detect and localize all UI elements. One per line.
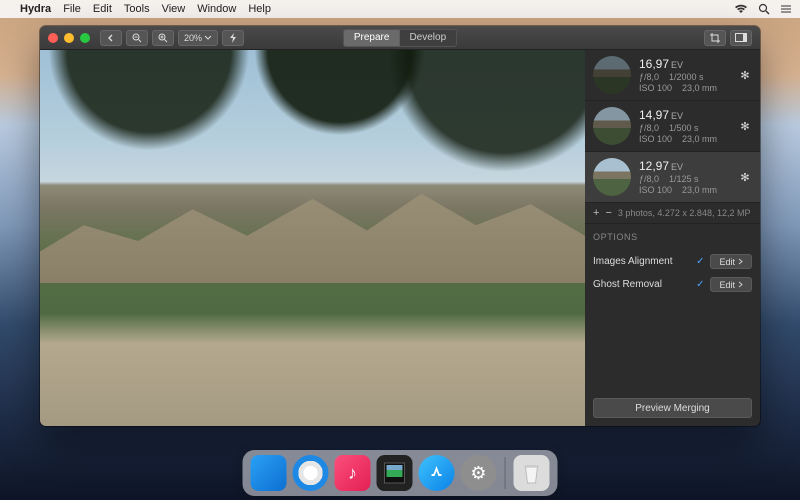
edit-button-label: Edit (719, 280, 735, 290)
right-sidebar: 16,97EV ƒ/8,0 1/2000 s ISO 100 23,0 mm (585, 50, 760, 426)
exposure-summary: 3 photos, 4.272 x 2.848, 12,2 MP (618, 208, 751, 218)
spotlight-icon[interactable] (758, 3, 770, 15)
checkmark-icon: ✓ (696, 279, 704, 290)
window-titlebar: 20% Prepare Develop (40, 26, 760, 50)
app-menu[interactable]: Hydra (20, 3, 51, 15)
exposure-focal: 23,0 mm (682, 185, 717, 195)
crop-button[interactable] (704, 30, 726, 46)
edit-button[interactable]: Edit (710, 254, 752, 269)
preview-merging-label: Preview Merging (635, 403, 709, 414)
exposure-iso: ISO 100 (639, 185, 672, 195)
exposure-iso: ISO 100 (639, 83, 672, 93)
options-heading: OPTIONS (593, 232, 752, 242)
exposure-focal: 23,0 mm (682, 83, 717, 93)
exposure-item[interactable]: 14,97EV ƒ/8,0 1/500 s ISO 100 23,0 mm (585, 101, 760, 152)
zoom-level-dropdown[interactable]: 20% (178, 30, 218, 46)
control-center-icon[interactable] (780, 4, 792, 14)
exposure-ev-value: 16,97 (639, 57, 669, 71)
window-close-button[interactable] (48, 33, 58, 43)
exposure-ev-value: 14,97 (639, 108, 669, 122)
dock-hydra-icon[interactable] (377, 455, 413, 491)
zoom-out-button[interactable] (126, 30, 148, 46)
exposure-thumbnail (593, 56, 631, 94)
macos-dock: ♪ ⚙ (243, 450, 558, 496)
checkmark-icon: ✓ (696, 256, 704, 267)
window-minimize-button[interactable] (64, 33, 74, 43)
preview-image (40, 50, 585, 426)
dock-settings-icon[interactable]: ⚙ (461, 455, 497, 491)
tab-prepare[interactable]: Prepare (344, 30, 400, 46)
window-zoom-button[interactable] (80, 33, 90, 43)
menu-file[interactable]: File (63, 3, 81, 15)
zoom-level-label: 20% (184, 33, 202, 43)
option-row-alignment: Images Alignment ✓ Edit (593, 250, 752, 273)
menu-window[interactable]: Window (197, 3, 236, 15)
exposure-ev-unit: EV (671, 162, 683, 172)
remove-exposure-button[interactable]: − (605, 207, 611, 219)
edit-button[interactable]: Edit (710, 277, 752, 292)
exposure-aperture: ƒ/8,0 (639, 123, 659, 133)
exposure-list: 16,97EV ƒ/8,0 1/2000 s ISO 100 23,0 mm (585, 50, 760, 203)
exposure-shutter: 1/500 s (669, 123, 699, 133)
mode-segmented-control: Prepare Develop (343, 29, 457, 47)
gear-icon[interactable]: ✻ (738, 68, 752, 82)
menu-tools[interactable]: Tools (124, 3, 150, 15)
option-label: Ghost Removal (593, 279, 662, 290)
exposure-ev-unit: EV (671, 60, 683, 70)
dock-finder-icon[interactable] (251, 455, 287, 491)
exposure-ev-value: 12,97 (639, 159, 669, 173)
dock-safari-icon[interactable] (293, 455, 329, 491)
macos-menubar: Hydra File Edit Tools View Window Help (0, 0, 800, 18)
exposure-thumbnail (593, 107, 631, 145)
exposure-aperture: ƒ/8,0 (639, 174, 659, 184)
wifi-icon[interactable] (734, 4, 748, 14)
app-window: 20% Prepare Develop (40, 26, 760, 426)
toggle-sidebar-button[interactable] (730, 30, 752, 46)
zoom-in-button[interactable] (152, 30, 174, 46)
menu-help[interactable]: Help (248, 3, 271, 15)
menu-edit[interactable]: Edit (93, 3, 112, 15)
nav-back-button[interactable] (100, 30, 122, 46)
chevron-right-icon (738, 258, 743, 265)
menu-view[interactable]: View (162, 3, 186, 15)
option-row-ghost-removal: Ghost Removal ✓ Edit (593, 273, 752, 296)
add-exposure-button[interactable]: + (593, 207, 599, 219)
tab-develop[interactable]: Develop (399, 30, 456, 46)
edit-button-label: Edit (719, 257, 735, 267)
dock-music-icon[interactable]: ♪ (335, 455, 371, 491)
option-label: Images Alignment (593, 256, 673, 267)
dock-appstore-icon[interactable] (419, 455, 455, 491)
image-preview-area[interactable] (40, 50, 585, 426)
preview-merging-button[interactable]: Preview Merging (593, 398, 752, 418)
exposure-shutter: 1/2000 s (669, 72, 704, 82)
exposure-footer: + − 3 photos, 4.272 x 2.848, 12,2 MP (585, 203, 760, 224)
desktop: Hydra File Edit Tools View Window Help (0, 0, 800, 500)
exposure-focal: 23,0 mm (682, 134, 717, 144)
exposure-item[interactable]: 12,97EV ƒ/8,0 1/125 s ISO 100 23,0 mm (585, 152, 760, 203)
dock-separator (505, 457, 506, 489)
exposure-ev-unit: EV (671, 111, 683, 121)
exposure-iso: ISO 100 (639, 134, 672, 144)
exposure-shutter: 1/125 s (669, 174, 699, 184)
bolt-button[interactable] (222, 30, 244, 46)
exposure-thumbnail (593, 158, 631, 196)
dock-trash-icon[interactable] (514, 455, 550, 491)
exposure-aperture: ƒ/8,0 (639, 72, 659, 82)
exposure-item[interactable]: 16,97EV ƒ/8,0 1/2000 s ISO 100 23,0 mm (585, 50, 760, 101)
gear-icon[interactable]: ✻ (738, 170, 752, 184)
chevron-right-icon (738, 281, 743, 288)
gear-icon[interactable]: ✻ (738, 119, 752, 133)
